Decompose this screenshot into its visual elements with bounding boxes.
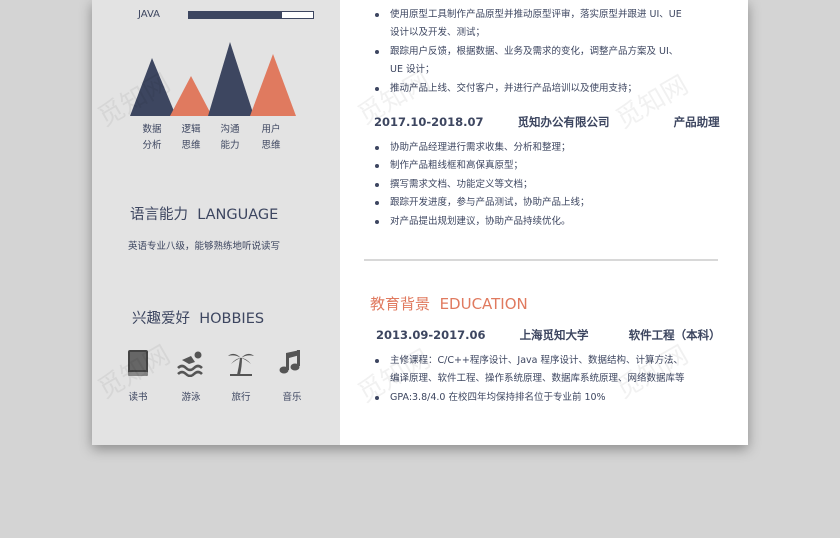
- section-divider: [364, 259, 718, 261]
- skill-label: JAVA: [138, 9, 161, 20]
- job2-bullet: 协助产品经理进行需求收集、分析和整理；: [370, 139, 590, 157]
- hobby-travel: 旅行: [221, 347, 261, 403]
- hobby-reading: 读书: [118, 347, 158, 403]
- resume-main: 使用原型工具制作产品原型并推动原型评审，落实原型并跟进 UI、UE 设计以及开发…: [340, 0, 748, 445]
- ability-label-communication: 沟通 能力: [210, 122, 250, 154]
- job2-header: 2017.10-2018.07 觅知办公有限公司 产品助理: [374, 114, 720, 130]
- hobby-label: 读书: [128, 392, 148, 403]
- ability-triangle-chart: [130, 42, 296, 116]
- education-header: 2013.09-2017.06 上海觅知大学 软件工程（本科）: [376, 327, 721, 343]
- education-school: 上海觅知大学: [519, 328, 589, 342]
- job2-company: 觅知办公有限公司: [517, 115, 610, 129]
- resume-sheet: JAVA 数据 分析 逻辑 思维 沟通 能力 用户 思维 语言能力 LANGUA…: [92, 0, 748, 445]
- ability-label-data-analysis: 数据 分析: [132, 122, 172, 154]
- education-title-cn: 教育背景: [370, 295, 431, 313]
- ability-label-line2: 分析: [142, 140, 162, 151]
- skill-level-fill: [189, 12, 282, 18]
- hobby-music: 音乐: [272, 347, 312, 403]
- ability-peak-communication: [208, 42, 254, 116]
- job1-responsibilities: 使用原型工具制作产品原型并推动原型评审，落实原型并跟进 UI、UE 设计以及开发…: [370, 6, 682, 98]
- education-details: 主修课程：C/C++程序设计、Java 程序设计、数据结构、计算方法、 编译原理…: [370, 352, 685, 407]
- education-major: 软件工程（本科）: [628, 328, 721, 342]
- palm-tree-icon: [221, 347, 261, 379]
- job2-position: 产品助理: [673, 115, 720, 129]
- job1-bullet: 跟踪用户反馈，根据数据、业务及需求的变化，调整产品方案及 UI、: [370, 43, 682, 61]
- ability-label-line2: 能力: [220, 140, 240, 151]
- job1-bullet: 设计以及开发、测试；: [390, 27, 486, 39]
- skill-level-bar: [188, 11, 314, 19]
- language-section-title: 语言能力 LANGUAGE: [130, 203, 278, 224]
- job1-bullet: UE 设计；: [390, 64, 435, 76]
- book-icon: [118, 347, 158, 379]
- job1-bullet: 推动产品上线、交付客户，并进行产品培训以及使用支持；: [370, 80, 682, 98]
- ability-peak-data-analysis: [130, 58, 176, 116]
- job2-bullet: 对产品提出规划建议，协助产品持续优化。: [370, 213, 590, 231]
- language-title-en: LANGUAGE: [197, 207, 279, 223]
- ability-peak-logic: [170, 76, 212, 116]
- music-note-icon: [272, 347, 312, 379]
- resume-sidebar: JAVA 数据 分析 逻辑 思维 沟通 能力 用户 思维 语言能力 LANGUA…: [92, 0, 340, 445]
- ability-label-line1: 用户: [261, 124, 281, 135]
- hobbies-title-en: HOBBIES: [199, 311, 265, 327]
- job2-responsibilities: 协助产品经理进行需求收集、分析和整理； 制作产品粗线框和高保真原型； 撰写需求文…: [370, 139, 590, 231]
- language-title-cn: 语言能力: [130, 207, 188, 223]
- ability-label-line1: 逻辑: [181, 124, 201, 135]
- ability-label-line2: 思维: [261, 140, 281, 151]
- job2-bullet: 撰写需求文档、功能定义等文档；: [370, 176, 590, 194]
- hobbies-section-title: 兴趣爱好 HOBBIES: [132, 307, 264, 328]
- hobby-label: 游泳: [181, 392, 201, 403]
- ability-label-line1: 沟通: [220, 124, 240, 135]
- language-description: 英语专业八级，能够熟练地听说读写: [128, 241, 281, 252]
- education-title-en: EDUCATION: [439, 295, 528, 313]
- education-bullet: 编译原理、软件工程、操作系统原理、数据库系统原理、网络数据库等: [390, 373, 685, 385]
- job1-bullet: 使用原型工具制作产品原型并推动原型评审，落实原型并跟进 UI、UE: [370, 6, 682, 24]
- ability-label-user-thinking: 用户 思维: [251, 122, 291, 154]
- ability-label-line1: 数据: [142, 124, 162, 135]
- education-section-title: 教育背景 EDUCATION: [370, 293, 528, 314]
- job2-bullet: 跟踪开发进度，参与产品测试，协助产品上线；: [370, 194, 590, 212]
- swim-icon: [171, 347, 211, 379]
- education-period: 2013.09-2017.06: [376, 328, 486, 342]
- education-bullet: 主修课程：C/C++程序设计、Java 程序设计、数据结构、计算方法、: [370, 352, 685, 370]
- job2-bullet: 制作产品粗线框和高保真原型；: [370, 157, 590, 175]
- job2-period: 2017.10-2018.07: [374, 115, 484, 129]
- hobby-label: 旅行: [231, 392, 251, 403]
- education-bullet: GPA:3.8/4.0 在校四年均保持排名位于专业前 10%: [370, 389, 685, 407]
- ability-label-logic: 逻辑 思维: [171, 122, 211, 154]
- hobby-label: 音乐: [282, 392, 302, 403]
- hobbies-title-cn: 兴趣爱好: [132, 311, 190, 327]
- ability-label-line2: 思维: [181, 140, 201, 151]
- hobby-swimming: 游泳: [171, 347, 211, 403]
- ability-peak-user-thinking: [250, 54, 296, 116]
